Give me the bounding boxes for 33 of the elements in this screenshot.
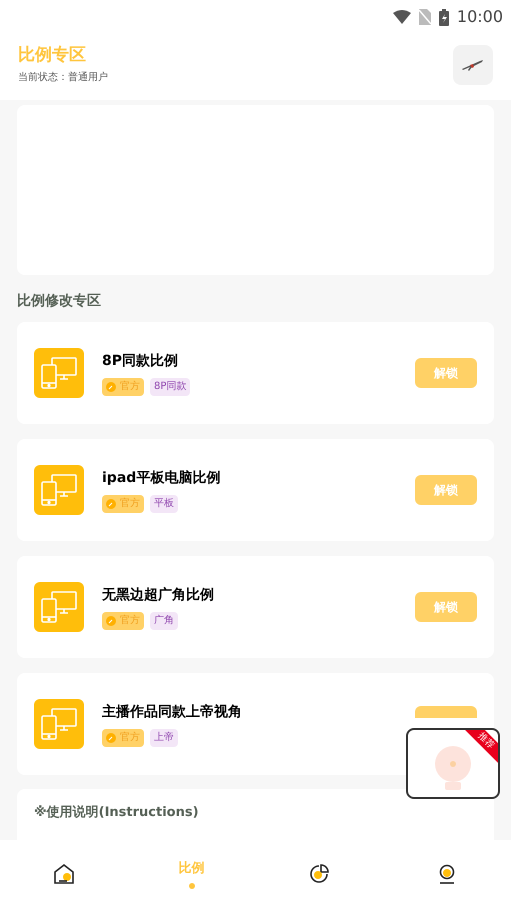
battery-icon	[438, 8, 449, 26]
user-status: 当前状态：普通用户	[18, 70, 108, 86]
ratio-title: 主播作品同款上帝视角	[102, 702, 243, 722]
official-badge: 官方	[102, 494, 144, 512]
official-badge: 官方	[102, 378, 144, 396]
devices-icon	[34, 465, 84, 515]
nav-tab[interactable]: 比例	[178, 859, 205, 879]
devices-icon	[34, 582, 84, 632]
unlock-button[interactable]: 解锁	[415, 358, 477, 388]
unlock-button[interactable]: 解锁	[415, 592, 477, 622]
instructions-title: ※使用说明(Instructions)	[34, 805, 199, 820]
ratio-title: ipad平板电脑比例	[102, 468, 222, 488]
devices-icon	[34, 348, 84, 398]
unlock-button[interactable]: 解锁	[415, 475, 477, 505]
official-badge: 官方	[102, 612, 144, 630]
ratio-title: 无黑边超广角比例	[102, 586, 215, 604]
devices-icon	[34, 699, 84, 749]
tag-badge: 平板	[150, 494, 178, 512]
rifle-icon	[461, 58, 485, 72]
wifi-icon	[392, 10, 411, 24]
no-sim-icon	[418, 9, 431, 25]
official-badge: 官方	[102, 728, 144, 746]
ratio-title: 8P同款比例	[102, 352, 180, 370]
page-title: 比例专区	[18, 44, 87, 66]
tag-badge: 广角	[150, 612, 178, 630]
section-title: 比例修改专区	[17, 292, 102, 311]
clock: 10:00	[456, 6, 503, 28]
rifle-button[interactable]	[453, 45, 493, 85]
tag-badge: 8P同款	[150, 378, 190, 396]
pie-chart-icon[interactable]	[308, 863, 330, 885]
home-icon[interactable]	[52, 863, 75, 885]
ad-popup[interactable]: 推荐	[406, 728, 500, 799]
tag-badge: 上帝	[150, 728, 178, 746]
